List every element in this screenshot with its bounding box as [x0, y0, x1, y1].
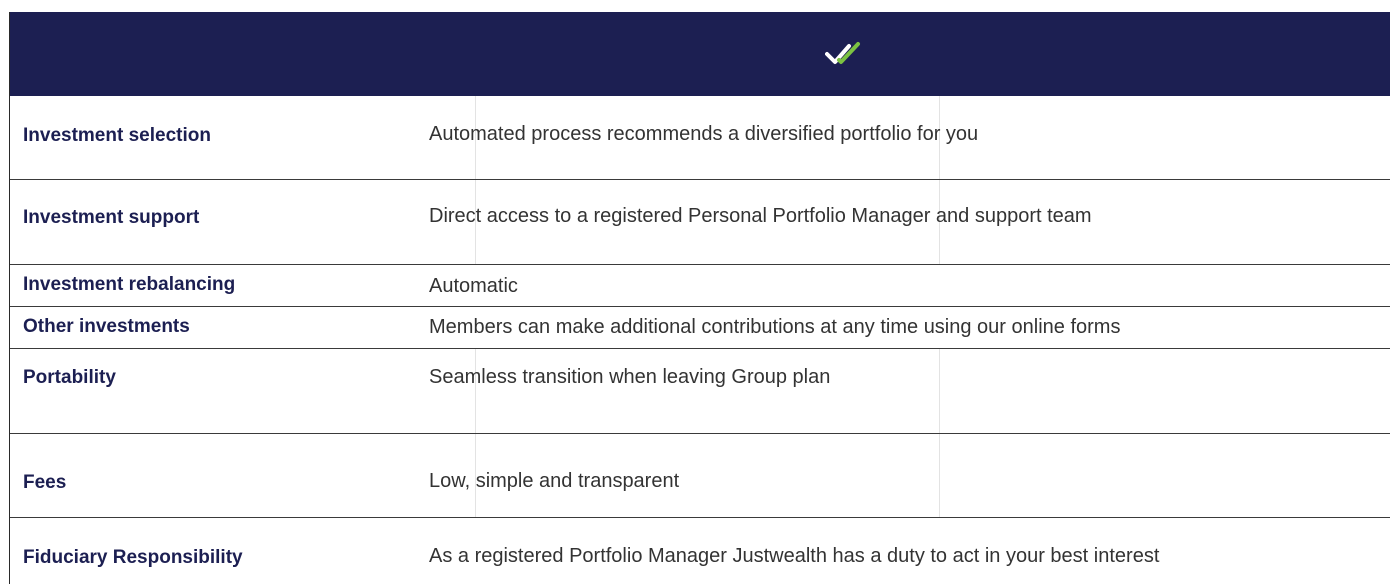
row-value: Seamless transition when leaving Group p…: [429, 366, 831, 388]
comparison-table: Investment selection Automated process r…: [9, 12, 1390, 584]
table-row: Fees Low, simple and transparent: [10, 434, 1390, 518]
row-value: Members can make additional contribution…: [429, 316, 1121, 338]
row-value: Automatic: [429, 275, 518, 297]
row-value: As a registered Portfolio Manager Justwe…: [429, 545, 1160, 567]
table-row: Investment support Direct access to a re…: [10, 180, 1390, 265]
row-label: Investment support: [23, 207, 200, 228]
row-value: Low, simple and transparent: [429, 470, 680, 492]
row-label: Portability: [23, 367, 116, 388]
table-row: Fiduciary Responsibility As a registered…: [10, 518, 1390, 584]
double-check-icon: [825, 42, 860, 64]
table-row: Investment selection Automated process r…: [10, 96, 1390, 180]
row-label: Fiduciary Responsibility: [23, 547, 243, 568]
table-row: Other investments Members can make addit…: [10, 307, 1390, 349]
table-row: Investment rebalancing Automatic: [10, 265, 1390, 307]
table-row: Portability Seamless transition when lea…: [10, 349, 1390, 434]
row-label: Other investments: [23, 316, 190, 337]
row-label: Investment selection: [23, 125, 211, 146]
row-label: Fees: [23, 472, 67, 493]
row-value: Automated process recommends a diversifi…: [429, 123, 979, 145]
row-label: Investment rebalancing: [23, 274, 236, 295]
row-value: Direct access to a registered Personal P…: [429, 205, 1092, 227]
table-header: [10, 12, 1390, 96]
